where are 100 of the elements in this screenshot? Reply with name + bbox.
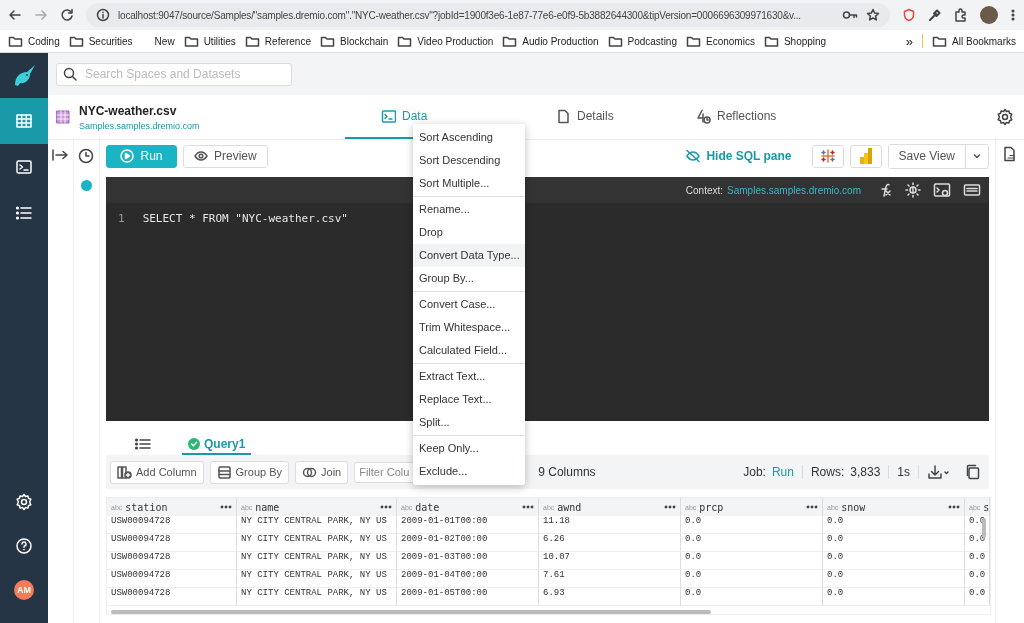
copy-icon[interactable] <box>965 464 981 480</box>
bookmark[interactable]: All Bookmarks <box>932 34 1016 48</box>
bookmark[interactable]: Video Production <box>397 34 494 48</box>
menu-item[interactable]: Replace Text... <box>413 388 525 411</box>
more-icon[interactable] <box>806 505 818 509</box>
collapse-arrow-icon[interactable] <box>51 148 70 162</box>
add-column-button[interactable]: Add Column <box>110 460 204 484</box>
table-cell: 0.0 <box>823 570 965 588</box>
more-icon[interactable] <box>522 505 534 509</box>
menu-item[interactable]: Group By... <box>413 267 525 290</box>
folder-icon <box>397 34 413 48</box>
bookmark[interactable]: Audio Production <box>502 34 599 48</box>
folder-icon <box>8 34 23 48</box>
bookmark[interactable]: New <box>141 35 175 47</box>
column-name: snow <box>841 501 867 513</box>
more-icon[interactable] <box>664 505 676 509</box>
preview-button[interactable]: Preview <box>183 144 268 168</box>
menu-item[interactable]: Convert Case... <box>413 293 525 316</box>
menu-item[interactable]: Drop <box>413 221 525 244</box>
bookmark[interactable]: Shopping <box>763 34 827 48</box>
reload-icon[interactable] <box>60 8 74 22</box>
column-name: s <box>983 501 989 513</box>
table-cell: 0.0 <box>681 552 823 570</box>
keyboard-icon[interactable] <box>963 182 981 198</box>
context-link[interactable]: Samples.samples.dremio.com <box>727 184 861 196</box>
star-icon[interactable] <box>866 8 880 22</box>
address-bar[interactable]: localhost:9047/source/Samples/"samples.dremio.com"."NYC-weather.csv"?jobId=1900f3e6-1e87-77e6-e0f9-5b3882644300&tipVersion=0006696309971630&v... <box>86 3 890 27</box>
menu-item[interactable]: Sort Descending <box>413 149 525 172</box>
tab[interactable]: Reflections <box>660 95 801 139</box>
check-circle-icon <box>188 438 200 450</box>
column-name: awnd <box>557 501 583 513</box>
column-name: date <box>415 501 441 513</box>
table-cell: 2009-01-05T00:00 <box>397 588 539 606</box>
menu-item[interactable]: Convert Data Type... <box>413 244 525 267</box>
menu-item[interactable]: Exclude... <box>413 460 525 483</box>
join-button[interactable]: Join <box>295 460 349 484</box>
more-icon[interactable] <box>220 505 232 509</box>
download-icon[interactable] <box>927 464 951 480</box>
brightness-icon[interactable] <box>905 182 921 198</box>
profile-avatar[interactable] <box>980 6 998 24</box>
folder-icon <box>68 34 84 48</box>
menu-item[interactable]: Trim Whitespace... <box>413 316 525 339</box>
save-view-button[interactable]: Save View <box>888 144 966 168</box>
eye-slash-icon <box>685 149 702 163</box>
column-name: prcp <box>699 501 725 513</box>
menu-item[interactable]: Calculated Field... <box>413 339 525 362</box>
terminal-icon <box>381 108 396 124</box>
eye-icon <box>194 149 208 163</box>
terminal-icon[interactable] <box>933 182 951 198</box>
help-icon[interactable] <box>15 537 33 555</box>
menu-item[interactable]: Rename... <box>413 198 525 221</box>
clock-icon[interactable] <box>78 148 95 164</box>
context-label: Context: <box>685 184 724 196</box>
menu-item[interactable]: Extract Text... <box>413 365 525 388</box>
table-cell: 0.0 <box>823 516 965 534</box>
document-icon[interactable] <box>1003 146 1017 162</box>
code-line: SELECT * FROM "NYC-weather.csv" <box>142 212 348 225</box>
table-cell: 6.93 <box>539 588 681 606</box>
shield-icon[interactable] <box>902 8 916 22</box>
list-icon[interactable] <box>134 437 152 451</box>
dataset-path[interactable]: Samples.samples.dremio.com <box>79 120 200 131</box>
table-cell: 0.0 <box>965 588 990 606</box>
caret-icon <box>972 151 982 161</box>
bookmark[interactable]: Utilities <box>183 34 236 48</box>
table-cell: 0.0 <box>681 588 823 606</box>
bookmark[interactable]: Coding <box>8 34 60 48</box>
search-field[interactable]: Search Spaces and Datasets <box>56 62 292 86</box>
eyedropper-icon[interactable] <box>928 8 942 22</box>
overflow-chevron[interactable]: » <box>905 33 914 49</box>
menu-item[interactable]: Keep Only... <box>413 437 525 460</box>
more-icon[interactable] <box>948 505 960 509</box>
extensions-icon[interactable] <box>954 8 968 22</box>
add-column-icon <box>117 464 132 480</box>
key-icon[interactable] <box>842 8 858 22</box>
group-icon <box>216 464 232 480</box>
table-icon <box>56 110 70 124</box>
table-cell: USW00094728 <box>107 570 237 588</box>
more-icon[interactable] <box>380 505 392 509</box>
table-cell: 7.61 <box>539 570 681 588</box>
scrollbar[interactable] <box>111 610 711 614</box>
bookmark[interactable]: Securities <box>68 34 133 48</box>
bookmark[interactable]: Podcasting <box>607 34 677 48</box>
more-icon[interactable] <box>1010 8 1016 22</box>
table-cell: 0.0 <box>681 534 823 552</box>
back-icon[interactable] <box>8 8 22 22</box>
folder-icon <box>932 34 948 48</box>
search-icon <box>63 67 77 81</box>
bar-chart-icon <box>858 147 873 165</box>
job-label: Job: <box>743 465 766 479</box>
table-cell: 6.26 <box>539 534 681 552</box>
bookmark[interactable]: Blockchain <box>320 34 389 48</box>
column-count: 9 Columns <box>538 465 596 479</box>
duration: 1s <box>897 465 910 479</box>
group-by-button[interactable]: Group By <box>209 460 289 484</box>
table-cell: 0.0 <box>681 570 823 588</box>
tableau-button[interactable] <box>811 144 844 168</box>
bookmark[interactable]: Reference <box>244 34 311 48</box>
info-icon <box>96 8 110 22</box>
bookmark[interactable]: Economics <box>686 34 755 48</box>
settings-icon[interactable] <box>996 108 1014 126</box>
